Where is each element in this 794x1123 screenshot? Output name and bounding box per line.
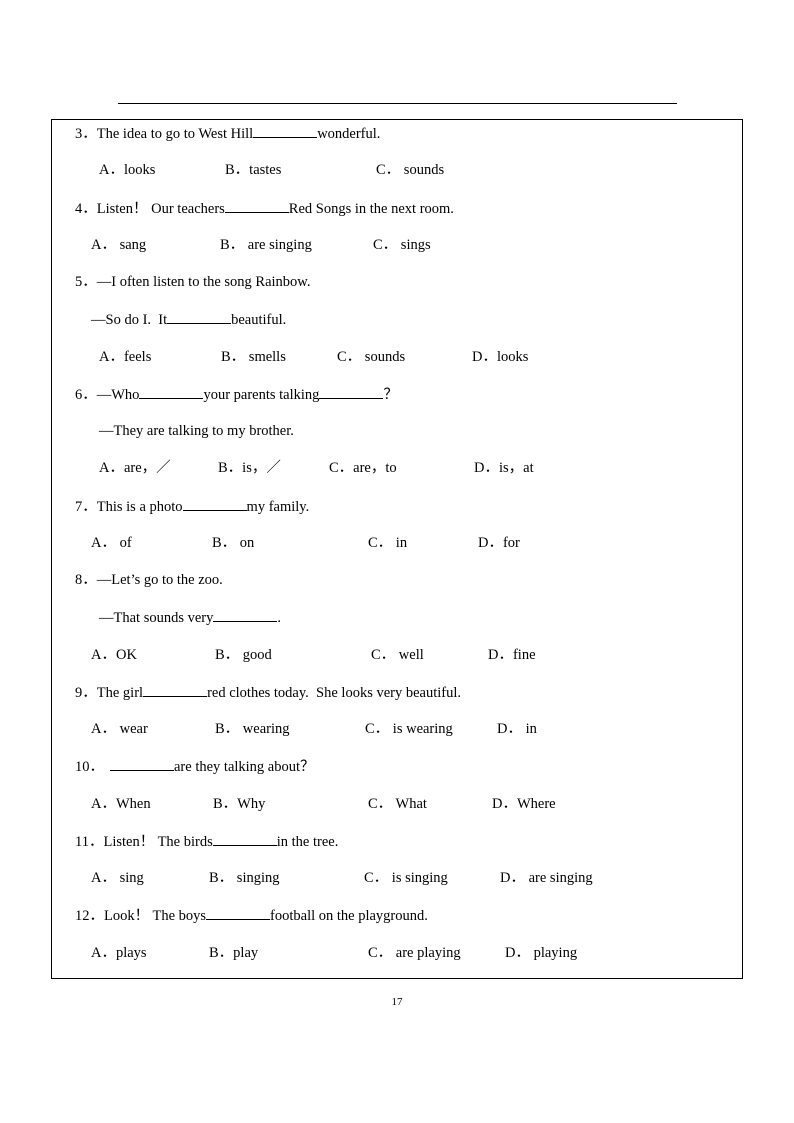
- question-number: 4．: [75, 201, 97, 217]
- question-text: —Who: [96, 387, 140, 403]
- answer-blank[interactable]: [319, 385, 384, 399]
- answer-blank[interactable]: [182, 497, 247, 511]
- question-text: red clothes today. She looks very beauti…: [207, 685, 462, 701]
- option-d[interactable]: D．Where: [492, 795, 556, 813]
- answer-blank[interactable]: [213, 608, 278, 622]
- option-a[interactable]: A．are，／: [99, 459, 171, 477]
- question-number: 10．: [75, 759, 104, 775]
- question-9: 9．The girl red clothes today. She looks v…: [75, 683, 461, 702]
- question-text: The girl: [96, 685, 144, 701]
- question-text: —Let’s go to the zoo.: [96, 572, 223, 588]
- question-number: 8．: [75, 572, 97, 588]
- question-text: .: [277, 610, 281, 626]
- question-text: The idea to go to West Hill: [96, 126, 254, 142]
- question-number: 12．: [75, 908, 104, 924]
- page-number: 17: [391, 996, 403, 1008]
- question-number: 5．: [75, 274, 97, 290]
- question-8-reply: —That sounds very.: [99, 608, 281, 627]
- question-text: Listen！ The birds: [103, 834, 213, 850]
- option-d[interactable]: D． in: [497, 720, 537, 738]
- question-text: in the tree.: [276, 834, 339, 850]
- option-d[interactable]: D．fine: [488, 646, 536, 664]
- option-c[interactable]: C． sings: [373, 236, 431, 254]
- question-text: Red Songs in the next room.: [288, 201, 454, 217]
- option-c[interactable]: C． in: [368, 534, 407, 552]
- question-text: —So do I. It: [91, 312, 168, 328]
- question-text: Listen！ Our teachers: [96, 201, 225, 217]
- option-b[interactable]: B． on: [212, 534, 254, 552]
- answer-blank[interactable]: [143, 683, 208, 697]
- question-3: 3．The idea to go to West Hill wonderful.: [75, 124, 380, 143]
- question-text: —That sounds very: [99, 610, 214, 626]
- question-12: 12．Look！ The boys football on the playgro…: [75, 906, 428, 925]
- answer-blank[interactable]: [206, 906, 271, 920]
- option-b[interactable]: B．Why: [213, 795, 265, 813]
- option-a[interactable]: A． wear: [91, 720, 148, 738]
- option-b[interactable]: B． wearing: [215, 720, 290, 738]
- option-b[interactable]: B． are singing: [220, 236, 312, 254]
- question-text: ？: [383, 387, 398, 403]
- option-b[interactable]: B．play: [209, 944, 258, 962]
- answer-blank[interactable]: [212, 832, 277, 846]
- question-text: are they talking about？: [174, 759, 315, 775]
- question-number: 11．: [75, 834, 104, 850]
- question-number: 3．: [75, 126, 97, 142]
- question-text: —I often listen to the song Rainbow.: [96, 274, 311, 290]
- option-c[interactable]: C． What: [368, 795, 427, 813]
- option-b[interactable]: B． smells: [221, 348, 286, 366]
- option-d[interactable]: D． are singing: [500, 869, 593, 887]
- option-c[interactable]: C． are playing: [368, 944, 461, 962]
- question-text: This is a photo: [96, 499, 183, 515]
- option-a[interactable]: A． of: [91, 534, 132, 552]
- question-11: 11．Listen！ The birds in the tree.: [75, 832, 338, 851]
- option-b[interactable]: B．tastes: [225, 161, 281, 179]
- option-c[interactable]: C． is wearing: [365, 720, 453, 738]
- option-d[interactable]: D．for: [478, 534, 520, 552]
- option-c[interactable]: C． sounds: [337, 348, 405, 366]
- question-5: 5．—I often listen to the song Rainbow.: [75, 273, 310, 291]
- option-a[interactable]: A．When: [91, 795, 151, 813]
- question-5-reply: —So do I. It beautiful.: [91, 310, 286, 329]
- option-c[interactable]: C． is singing: [364, 869, 448, 887]
- option-a[interactable]: A．plays: [91, 944, 147, 962]
- question-text: football on the playground.: [270, 908, 428, 924]
- question-7: 7．This is a photo my family.: [75, 497, 309, 516]
- header-rule: [118, 103, 677, 104]
- question-4: 4．Listen！ Our teachers Red Songs in the n…: [75, 199, 454, 218]
- option-d[interactable]: D． playing: [505, 944, 577, 962]
- answer-blank[interactable]: [224, 199, 289, 213]
- question-8: 8．—Let’s go to the zoo.: [75, 571, 223, 589]
- answer-blank[interactable]: [253, 124, 318, 138]
- question-text: your parents talking: [203, 387, 320, 403]
- option-a[interactable]: A． sang: [91, 236, 146, 254]
- option-a[interactable]: A． sing: [91, 869, 144, 887]
- question-text: beautiful.: [231, 312, 287, 328]
- answer-blank[interactable]: [110, 757, 174, 771]
- option-a[interactable]: A．OK: [91, 646, 137, 664]
- option-b[interactable]: B． singing: [209, 869, 280, 887]
- answer-blank[interactable]: [139, 385, 204, 399]
- option-b[interactable]: B． good: [215, 646, 272, 664]
- question-text: Look！ The boys: [104, 908, 207, 924]
- option-a[interactable]: A．looks: [99, 161, 155, 179]
- answer-blank[interactable]: [167, 310, 232, 324]
- option-c[interactable]: C．are，to: [329, 459, 397, 477]
- question-number: 9．: [75, 685, 97, 701]
- option-d[interactable]: D．looks: [472, 348, 528, 366]
- question-6: 6．—Who your parents talking ？: [75, 385, 398, 404]
- option-c[interactable]: C． well: [371, 646, 424, 664]
- option-d[interactable]: D．is，at: [474, 459, 534, 477]
- question-text: wonderful.: [317, 126, 381, 142]
- question-text: my family.: [246, 499, 310, 515]
- option-b[interactable]: B．is，／: [218, 459, 281, 477]
- option-c[interactable]: C． sounds: [376, 161, 444, 179]
- option-a[interactable]: A．feels: [99, 348, 151, 366]
- question-number: 6．: [75, 387, 97, 403]
- question-10: 10． are they talking about？: [75, 757, 315, 776]
- question-6-reply: —They are talking to my brother.: [99, 423, 294, 439]
- question-number: 7．: [75, 499, 97, 515]
